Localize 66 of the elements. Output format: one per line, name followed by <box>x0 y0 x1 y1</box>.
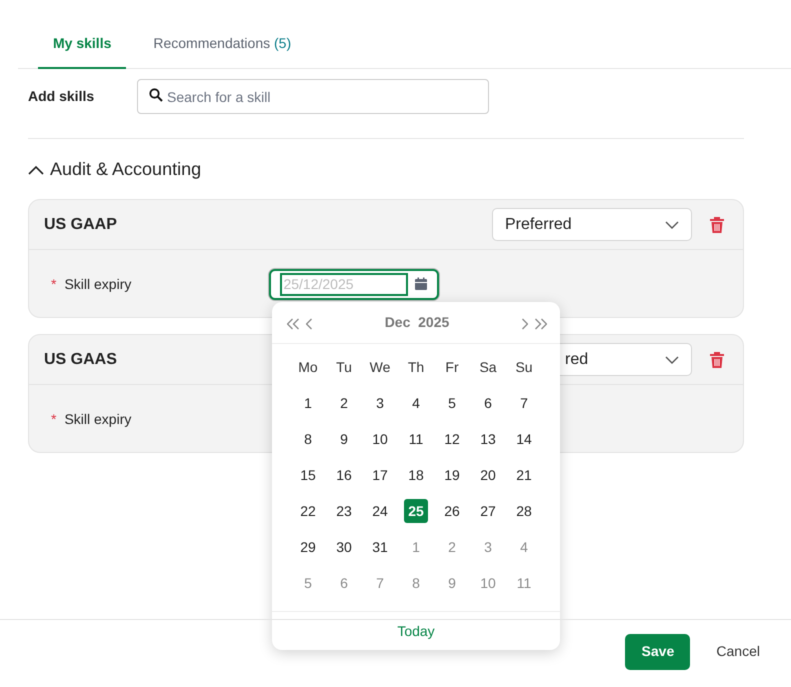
calendar-day[interactable]: 1 <box>296 391 320 415</box>
chevron-down-icon <box>665 220 679 228</box>
calendar-day[interactable]: 19 <box>440 463 464 487</box>
skill-name: US GAAP <box>44 214 117 234</box>
month-year-title: Dec 2025 <box>384 313 450 332</box>
trash-icon <box>709 216 725 233</box>
calendar-day[interactable]: 11 <box>404 427 428 451</box>
calendar-day[interactable]: 23 <box>332 499 356 523</box>
tab[interactable]: Recommendations (5) <box>138 25 306 69</box>
calendar-day[interactable]: 21 <box>512 463 536 487</box>
date-input[interactable]: 25/12/2025 <box>280 272 408 296</box>
calendar-day[interactable]: 15 <box>296 463 320 487</box>
calendar-icon <box>414 277 428 291</box>
tab[interactable]: My skills <box>38 25 126 69</box>
trash-icon <box>709 351 725 368</box>
calendar-day[interactable]: 20 <box>476 463 500 487</box>
calendar-day[interactable]: 29 <box>296 535 320 559</box>
weekday-label: Tu <box>336 358 352 376</box>
skill-name: US GAAS <box>44 350 117 370</box>
weekday-label: We <box>370 358 390 376</box>
calendar-day[interactable]: 6 <box>476 391 500 415</box>
today-link[interactable]: Today <box>391 620 441 642</box>
calendar-day[interactable]: 8 <box>296 427 320 451</box>
calendar-day[interactable]: 18 <box>404 463 428 487</box>
calendar-day[interactable]: 10 <box>368 427 392 451</box>
calendar-day[interactable]: 5 <box>440 391 464 415</box>
date-field[interactable]: 25/12/2025 <box>269 268 440 300</box>
calendar-day[interactable]: 17 <box>368 463 392 487</box>
calendar-day[interactable]: 24 <box>368 499 392 523</box>
search-icon <box>149 88 163 102</box>
field-label: Add skills <box>28 87 96 106</box>
double-chevron-right-icon <box>534 318 547 330</box>
field-label: Skill expiry <box>64 274 132 294</box>
weekday-label: Th <box>408 358 424 376</box>
weekday-label: Mo <box>298 358 318 376</box>
required-marker: * <box>51 410 56 428</box>
calendar-day[interactable]: 27 <box>476 499 500 523</box>
chevron-left-icon <box>306 318 313 330</box>
calendar-day[interactable]: 2 <box>332 391 356 415</box>
calendar-day[interactable]: 30 <box>332 535 356 559</box>
calendar-day[interactable]: 31 <box>368 535 392 559</box>
calendar-day[interactable]: 25 <box>404 499 428 523</box>
calendar-day[interactable]: 9 <box>332 427 356 451</box>
double-chevron-left-icon <box>287 318 300 330</box>
weekday-label: Su <box>515 358 533 376</box>
weekday-label: Fr <box>445 358 459 376</box>
calendar-day[interactable]: 22 <box>296 499 320 523</box>
calendar-day[interactable]: 4 <box>404 391 428 415</box>
search-field[interactable]: Search for a skill <box>137 79 489 114</box>
calendar-day[interactable]: 13 <box>476 427 500 451</box>
calendar-day[interactable]: 3 <box>368 391 392 415</box>
calendar-day[interactable]: 14 <box>512 427 536 451</box>
calendar-day[interactable]: 26 <box>440 499 464 523</box>
chevron-down-icon <box>665 356 679 364</box>
chevron-up-icon <box>28 165 44 176</box>
calendar-day[interactable]: 16 <box>332 463 356 487</box>
chevron-right-icon <box>521 318 528 330</box>
level-dropdown[interactable]: Preferred <box>492 208 692 241</box>
required-marker: * <box>51 274 56 294</box>
calendar-day[interactable]: 12 <box>440 427 464 451</box>
field-label: Skill expiry <box>64 410 132 429</box>
calendar-day[interactable]: 28 <box>512 499 536 523</box>
cancel-button[interactable]: Cancel <box>710 640 766 663</box>
calendar-day[interactable]: 7 <box>512 391 536 415</box>
save-button[interactable]: Save <box>625 634 690 670</box>
section-title: Audit & Accounting <box>50 158 202 181</box>
